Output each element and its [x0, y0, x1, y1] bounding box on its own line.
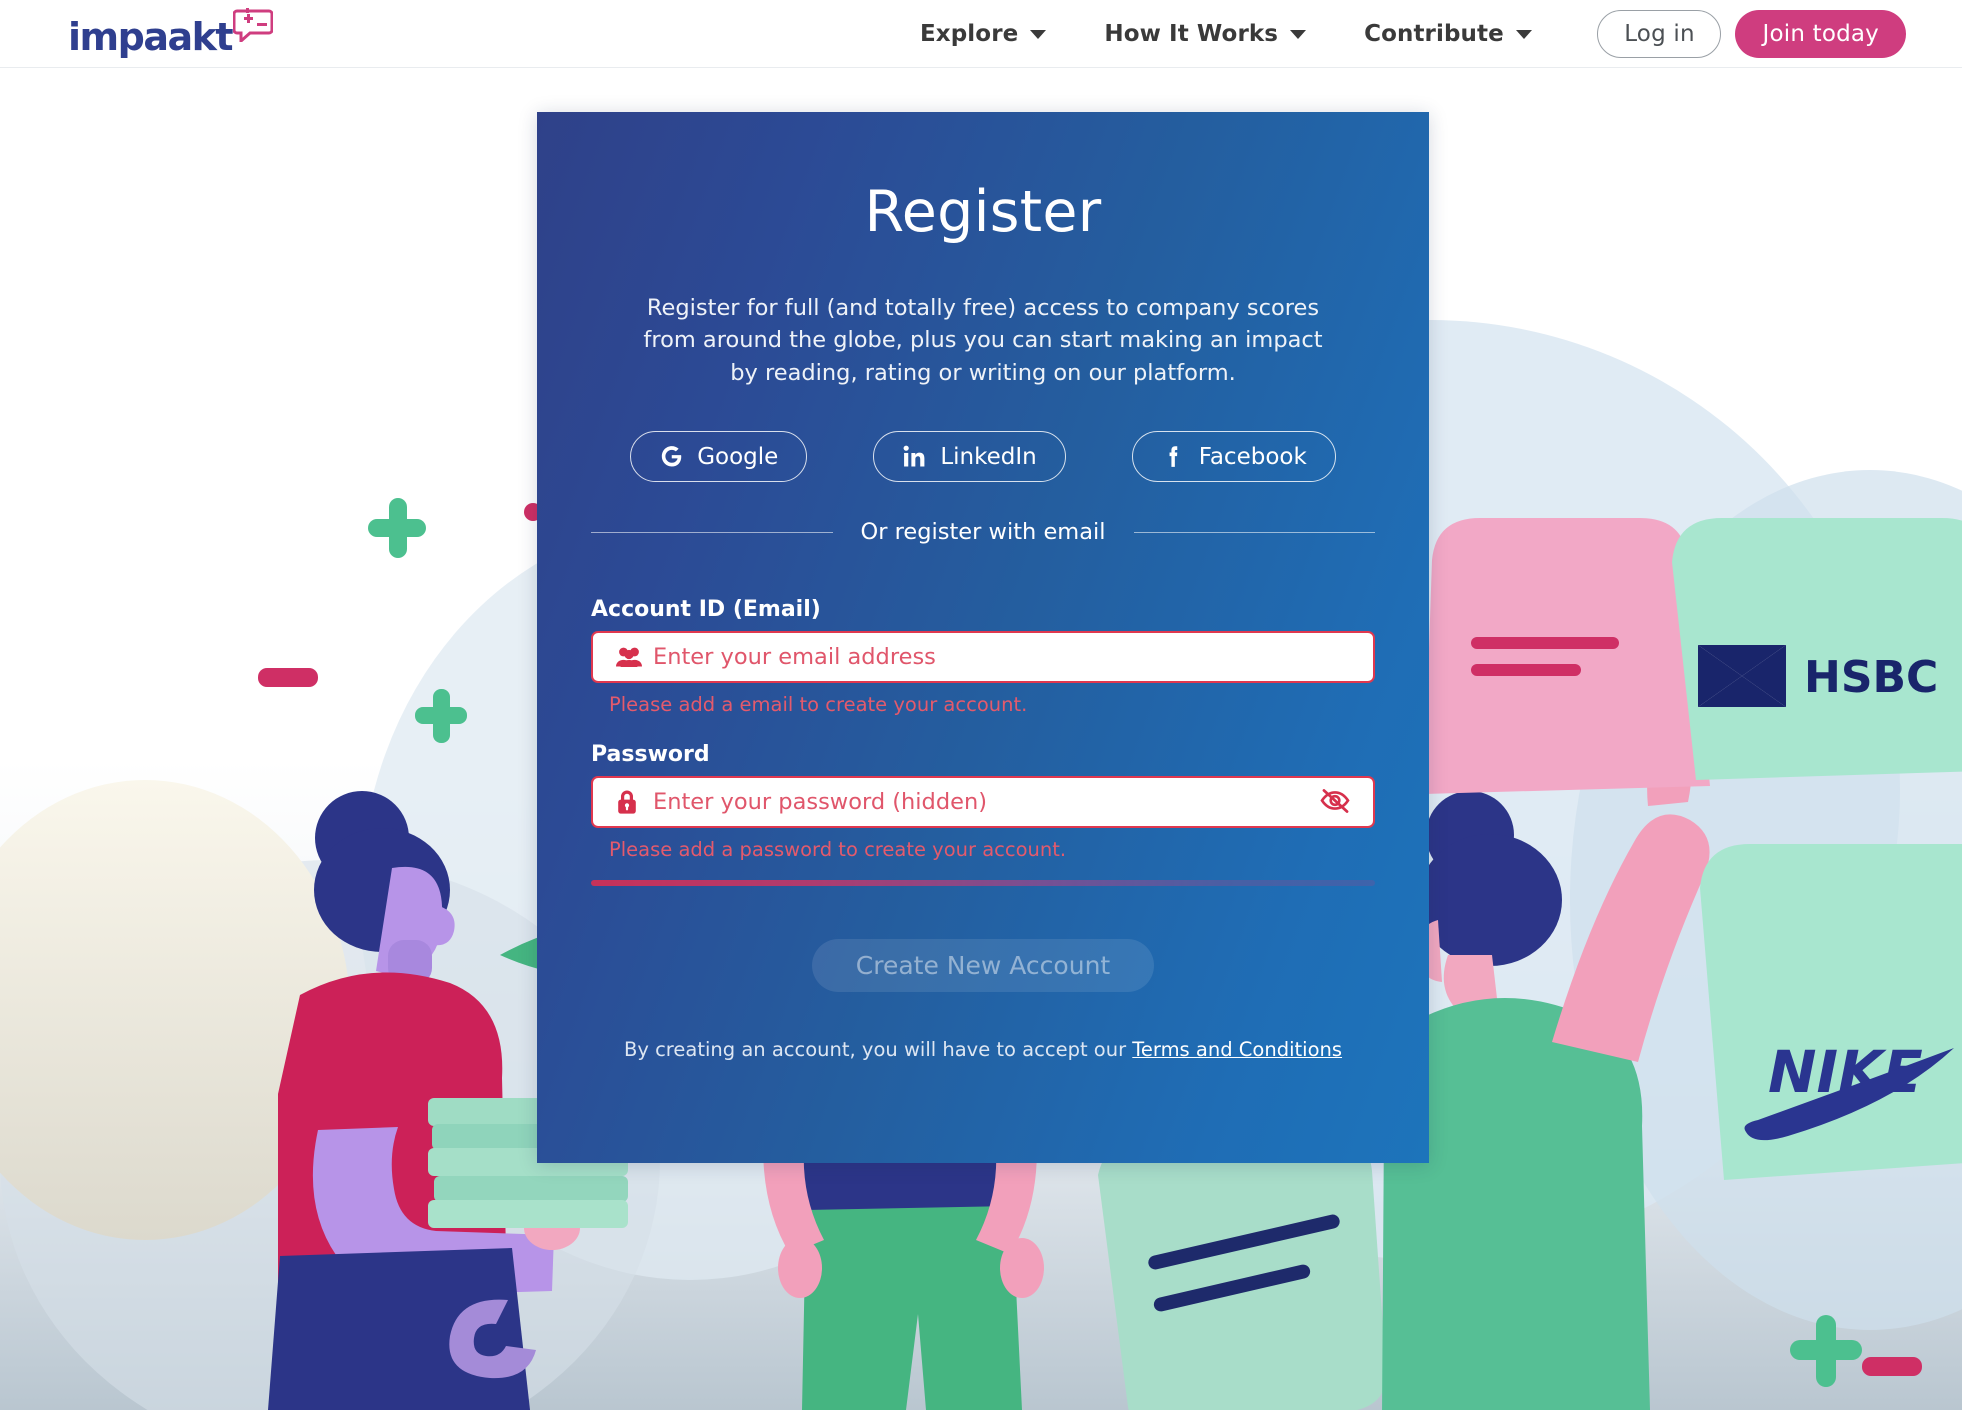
social-label: Google — [697, 443, 779, 470]
nav-item-explore[interactable]: Explore — [920, 21, 1047, 47]
email-divider: Or register with email — [537, 519, 1429, 545]
card-pink — [1424, 518, 1710, 794]
email-error-message: Please add a email to create your accoun… — [609, 693, 1028, 717]
email-label: Account ID (Email) — [591, 597, 821, 623]
email-placeholder: Enter your email address — [653, 644, 936, 671]
password-field-group: Password Enter your password (hidden) Pl… — [591, 742, 1375, 887]
page-title: Register — [864, 179, 1102, 245]
join-today-button[interactable]: Join today — [1735, 10, 1906, 58]
decor-minus-2 — [1862, 1357, 1922, 1376]
held-card — [1098, 1131, 1387, 1410]
decor-minus-1 — [258, 668, 318, 687]
google-icon — [659, 444, 684, 469]
email-field-group: Account ID (Email) Enter your email addr… — [591, 597, 1375, 716]
submit-row: Create New Account — [591, 939, 1375, 993]
site-logo[interactable]: impaakt — [68, 6, 274, 59]
chevron-down-icon — [1515, 29, 1532, 39]
password-strength-bar — [591, 880, 1375, 887]
password-error-message: Please add a password to create your acc… — [609, 838, 1067, 862]
divider-line-right — [1133, 531, 1376, 533]
toggle-password-visibility-button[interactable] — [1319, 787, 1351, 818]
lock-icon — [615, 789, 645, 815]
chevron-down-icon — [1290, 29, 1307, 39]
create-new-account-button[interactable]: Create New Account — [811, 939, 1155, 993]
modal-description: Register for full (and totally free) acc… — [643, 295, 1323, 386]
email-input[interactable]: Enter your email address — [591, 631, 1375, 684]
linkedin-icon — [902, 444, 927, 469]
register-form: Account ID (Email) Enter your email addr… — [591, 597, 1375, 1061]
nav-item-how-it-works[interactable]: How It Works — [1104, 21, 1307, 47]
terms-and-conditions-link[interactable]: Terms and Conditions — [1132, 1038, 1342, 1061]
password-label: Password — [591, 742, 710, 768]
site-header: impaakt Explore How It Works Contribute … — [0, 0, 1962, 68]
eye-slash-icon — [1319, 787, 1351, 818]
social-login-row: Google LinkedIn Facebook — [537, 431, 1429, 483]
chevron-down-icon — [1030, 29, 1047, 39]
login-button[interactable]: Log in — [1597, 10, 1722, 58]
logo-wordmark: impaakt — [68, 15, 234, 59]
google-login-button[interactable]: Google — [630, 431, 808, 483]
social-label: Facebook — [1198, 443, 1307, 470]
main-nav: Explore How It Works Contribute — [920, 0, 1532, 68]
nav-label: How It Works — [1104, 21, 1279, 47]
auth-buttons: Log in Join today — [1597, 0, 1906, 68]
password-placeholder: Enter your password (hidden) — [653, 789, 987, 816]
social-label: LinkedIn — [940, 443, 1037, 470]
facebook-login-button[interactable]: Facebook — [1131, 431, 1336, 483]
register-page: HSBC NIKE impaakt Explore How It Works C… — [0, 0, 1962, 1410]
card-nike: NIKE — [1700, 844, 1962, 1180]
nav-label: Contribute — [1364, 21, 1504, 47]
register-modal: Register Register for full (and totally … — [537, 112, 1429, 1163]
speech-bubble-plus-minus-icon — [232, 7, 274, 47]
card-hsbc: HSBC — [1672, 518, 1962, 780]
password-input[interactable]: Enter your password (hidden) — [591, 776, 1375, 829]
nav-item-contribute[interactable]: Contribute — [1364, 21, 1532, 47]
divider-line-left — [591, 531, 833, 533]
facebook-icon — [1161, 444, 1186, 469]
brand-label-hsbc: HSBC — [1804, 652, 1938, 703]
nav-label: Explore — [920, 21, 1019, 47]
users-group-icon — [615, 646, 645, 668]
linkedin-login-button[interactable]: LinkedIn — [873, 431, 1066, 483]
terms-notice: By creating an account, you will have to… — [591, 1038, 1375, 1061]
divider-label: Or register with email — [860, 519, 1106, 546]
terms-prefix-text: By creating an account, you will have to… — [623, 1038, 1133, 1062]
